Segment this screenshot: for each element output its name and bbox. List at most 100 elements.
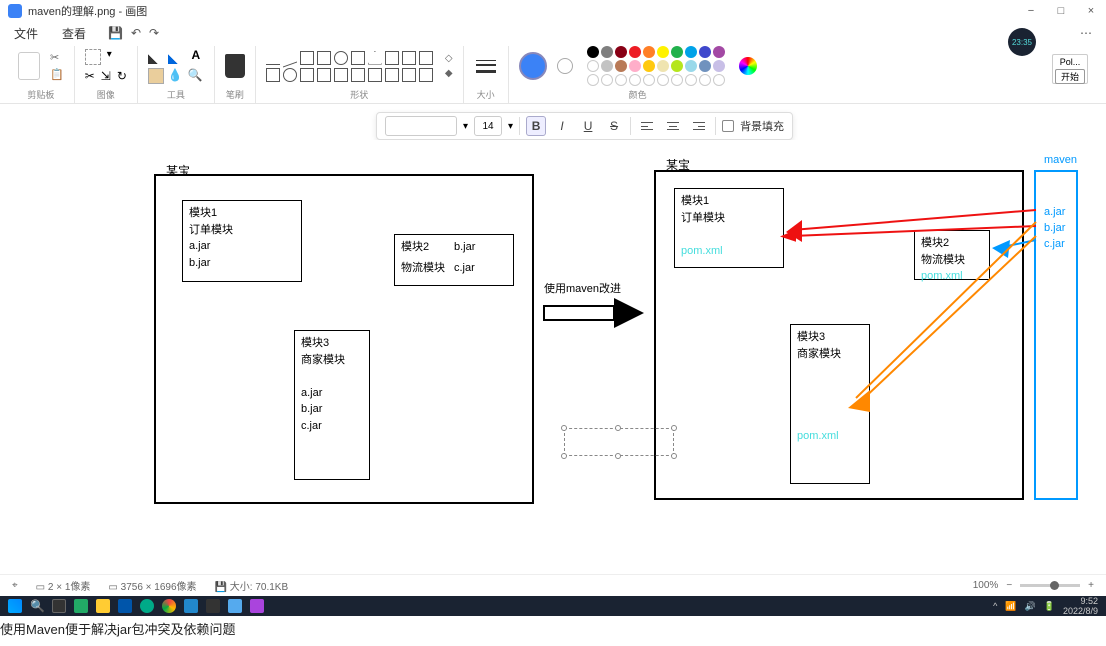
color-swatch[interactable] — [713, 60, 725, 72]
color-swatch[interactable] — [699, 74, 711, 86]
group-label-size: 大小 — [477, 88, 495, 101]
text-tool[interactable]: A — [188, 48, 204, 64]
color-swatch[interactable] — [713, 46, 725, 58]
font-size-input[interactable] — [474, 116, 502, 136]
color-swatch[interactable] — [657, 74, 669, 86]
cut-icon[interactable]: ✂ — [50, 51, 64, 64]
paste-button[interactable] — [18, 52, 40, 80]
align-center-button[interactable] — [663, 116, 683, 136]
save-icon[interactable]: 💾 — [108, 26, 123, 40]
shape-outline-icon[interactable]: ◇ — [445, 53, 453, 64]
shapes-gallery[interactable] — [266, 51, 433, 82]
color-swatch[interactable] — [671, 74, 683, 86]
fill-tool[interactable] — [168, 48, 184, 64]
color-swatch[interactable] — [657, 60, 669, 72]
store-icon[interactable] — [184, 599, 198, 613]
canvas-dims: ▭ 3756 × 1696像素 — [108, 578, 196, 593]
color-secondary[interactable] — [557, 58, 573, 74]
menubar: 文件 查看 💾 ↶ ↷ ⋯ — [0, 22, 1106, 44]
task-view-icon[interactable] — [52, 599, 66, 613]
widgets-icon[interactable] — [74, 599, 88, 613]
search-icon[interactable]: 🔍 — [30, 599, 44, 613]
overflow-menu[interactable]: ⋯ — [1074, 26, 1098, 40]
color-swatch[interactable] — [671, 60, 683, 72]
color-swatch[interactable] — [685, 46, 697, 58]
text-toolbar: ▾ ▾ B I U S 背景填充 — [376, 112, 793, 140]
zoom-in-button[interactable]: + — [1088, 580, 1094, 591]
explorer-icon[interactable] — [96, 599, 110, 613]
color-primary[interactable] — [519, 52, 547, 80]
tray-chevron-icon[interactable]: ^ — [993, 601, 997, 611]
minimize-button[interactable]: − — [1016, 0, 1046, 22]
color-swatch[interactable] — [601, 74, 613, 86]
app-icon-1[interactable] — [206, 599, 220, 613]
color-swatch[interactable] — [685, 74, 697, 86]
app-icon-2[interactable] — [228, 599, 242, 613]
color-swatch[interactable] — [671, 46, 683, 58]
crop-icon[interactable]: ✂ — [85, 69, 95, 83]
italic-button[interactable]: I — [552, 116, 572, 136]
rotate-icon[interactable]: ↻ — [117, 69, 127, 83]
close-button[interactable]: × — [1076, 0, 1106, 22]
color-swatch[interactable] — [615, 46, 627, 58]
color-swatch[interactable] — [699, 46, 711, 58]
color-swatch[interactable] — [629, 60, 641, 72]
edge-icon[interactable] — [140, 599, 154, 613]
align-left-button[interactable] — [637, 116, 657, 136]
color-swatch[interactable] — [713, 74, 725, 86]
zoom-slider[interactable] — [1020, 584, 1080, 587]
color-swatch[interactable] — [615, 60, 627, 72]
mail-icon[interactable] — [118, 599, 132, 613]
resize-icon[interactable]: ⇲ — [101, 69, 111, 83]
color-swatch[interactable] — [587, 46, 599, 58]
color-palette[interactable] — [587, 46, 725, 86]
color-swatch[interactable] — [643, 60, 655, 72]
tray-battery-icon[interactable]: 🔋 — [1044, 601, 1055, 612]
align-right-button[interactable] — [689, 116, 709, 136]
maximize-button[interactable]: □ — [1046, 0, 1076, 22]
pencil-tool[interactable] — [148, 48, 164, 64]
stroke-width-dropdown[interactable] — [474, 54, 498, 78]
color-swatch[interactable] — [615, 74, 627, 86]
start-button[interactable] — [8, 599, 22, 613]
color-swatch[interactable] — [629, 46, 641, 58]
tray-wifi-icon[interactable]: 📶 — [1005, 601, 1016, 612]
color-swatch[interactable] — [587, 60, 599, 72]
zoom-out-button[interactable]: − — [1006, 580, 1012, 591]
color-swatch[interactable] — [657, 46, 669, 58]
bgfill-checkbox[interactable] — [722, 120, 734, 132]
shape-fill-icon[interactable]: ◆ — [445, 68, 453, 79]
ribbon-tools: A 💧 🔍 工具 — [138, 46, 215, 103]
color-swatch[interactable] — [587, 74, 599, 86]
app-icon-3[interactable] — [250, 599, 264, 613]
menu-file[interactable]: 文件 — [8, 23, 44, 44]
redo-button[interactable]: ↷ — [149, 26, 159, 40]
copy-icon[interactable]: 📋 — [50, 68, 64, 81]
color-swatch[interactable] — [643, 74, 655, 86]
color-swatch[interactable] — [685, 60, 697, 72]
undo-button[interactable]: ↶ — [131, 26, 141, 40]
color-swatch[interactable] — [629, 74, 641, 86]
strike-button[interactable]: S — [604, 116, 624, 136]
underline-button[interactable]: U — [578, 116, 598, 136]
color-swatch[interactable] — [601, 46, 613, 58]
menu-view[interactable]: 查看 — [56, 23, 92, 44]
color-picker-tool[interactable]: 💧 — [168, 68, 184, 84]
color-swatch[interactable] — [643, 46, 655, 58]
select-tool[interactable] — [85, 49, 101, 65]
text-selection[interactable] — [564, 428, 674, 456]
page-caption: 使用Maven便于解决jar包冲突及依赖问题 — [0, 615, 235, 642]
tray-volume-icon[interactable]: 🔊 — [1025, 601, 1036, 612]
color-swatch[interactable] — [601, 60, 613, 72]
canvas[interactable]: 某宝 模块1 订单模块 a.jar b.jar 模块2b.jar 物流模块c.j… — [34, 140, 1082, 550]
chrome-icon[interactable] — [162, 599, 176, 613]
side-start-button[interactable]: 开始 — [1055, 69, 1085, 84]
bold-button[interactable]: B — [526, 116, 546, 136]
font-name-input[interactable] — [385, 116, 457, 136]
brushes-dropdown[interactable] — [225, 54, 245, 78]
eraser-tool[interactable] — [148, 68, 164, 84]
ribbon: ✂📋 剪贴板 ▾ ✂⇲↻ 图像 A 💧 🔍 工具 笔刷 — [0, 44, 1106, 104]
edit-colors-button[interactable] — [739, 57, 757, 75]
magnifier-tool[interactable]: 🔍 — [188, 68, 204, 84]
color-swatch[interactable] — [699, 60, 711, 72]
